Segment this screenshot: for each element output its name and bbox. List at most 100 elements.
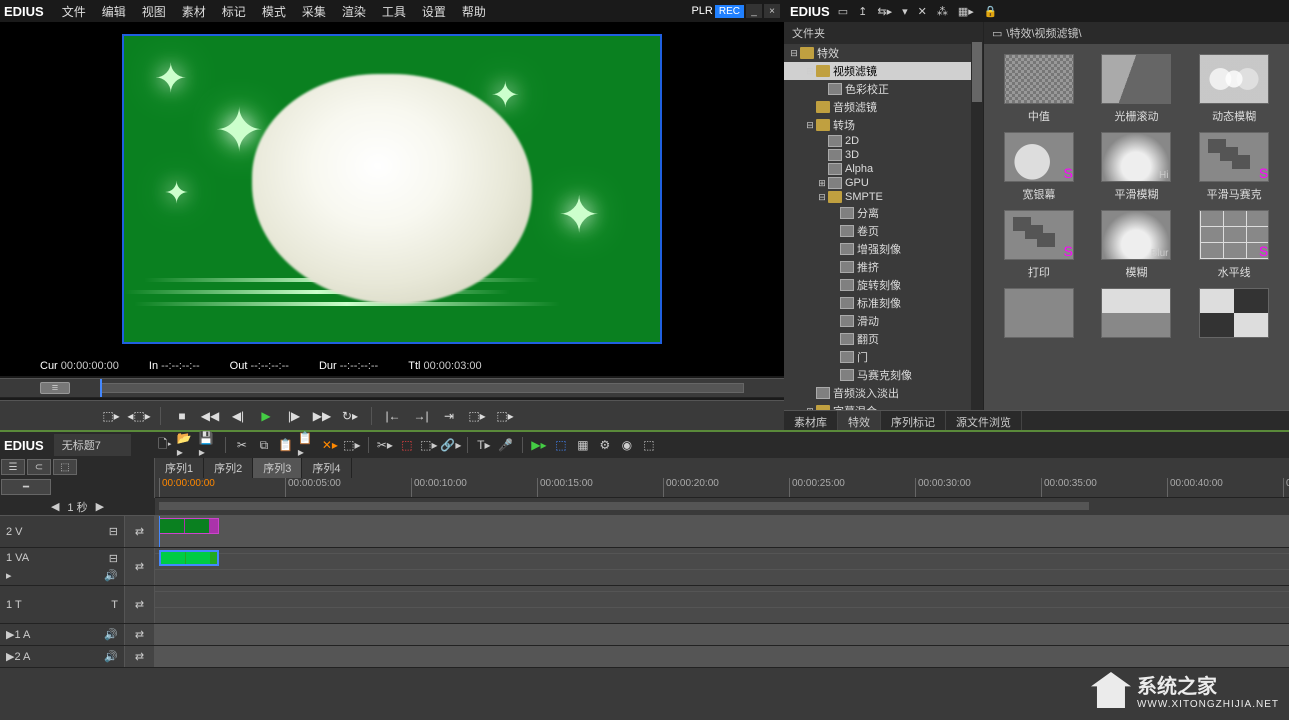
- effect-widescreen[interactable]: S宽银幕: [994, 132, 1084, 202]
- render-button[interactable]: ▶▸: [529, 436, 549, 454]
- track-1va[interactable]: 1 VA⊟ ▸🔊 ⇄: [0, 548, 1289, 586]
- tree-smpte[interactable]: ⊟SMPTE: [784, 190, 983, 204]
- tree-separate[interactable]: 分离: [784, 204, 983, 222]
- seq-tab-2[interactable]: 序列2: [204, 458, 253, 478]
- track-1t[interactable]: 1 TT ⇄: [0, 586, 1289, 624]
- undo-button[interactable]: ✕▸: [320, 436, 340, 454]
- tree-enhance[interactable]: 增强刻像: [784, 240, 983, 258]
- tool-2[interactable]: ⊂: [27, 459, 51, 475]
- track-patch[interactable]: ⇄: [125, 516, 155, 547]
- tree-audio-fade[interactable]: 音频淡入淡出: [784, 384, 983, 402]
- step-back-button[interactable]: ◀|: [227, 406, 249, 426]
- effect-smooth-blur[interactable]: Hi平滑模糊: [1092, 132, 1182, 202]
- view-icon[interactable]: ⁂: [935, 3, 950, 20]
- effect-horizontal-line[interactable]: S水平线: [1189, 210, 1279, 280]
- track-patch[interactable]: ⇄: [125, 624, 155, 645]
- track-patch[interactable]: ⇄: [125, 646, 155, 667]
- track-mute-icon[interactable]: 🔊: [104, 650, 118, 663]
- title-button[interactable]: T▸: [474, 436, 494, 454]
- scrubber-playhead[interactable]: [100, 379, 102, 397]
- zoom-label[interactable]: 1 秒: [67, 499, 87, 515]
- tree-3d[interactable]: 3D: [784, 148, 983, 162]
- rewind-button[interactable]: ◀◀: [199, 406, 221, 426]
- clip-va-selected[interactable]: [159, 550, 219, 566]
- playhead[interactable]: [159, 516, 160, 547]
- effects-tree[interactable]: 文件夹 ⊟特效 ⊟视频滤镜 色彩校正 音频滤镜 ⊟转场 2D 3D Alpha …: [784, 22, 984, 410]
- track-header-icon[interactable]: ⊟: [109, 525, 118, 538]
- tree-standard[interactable]: 标准刻像: [784, 294, 983, 312]
- tab-source-browser[interactable]: 源文件浏览: [946, 411, 1022, 430]
- clip-video[interactable]: [159, 518, 219, 534]
- tree-audio-filter[interactable]: 音频滤镜: [784, 98, 983, 116]
- track-2v[interactable]: 2 V⊟ ⇄: [0, 516, 1289, 548]
- effect-median[interactable]: 中值: [994, 54, 1084, 124]
- tree-scrollbar[interactable]: [971, 42, 983, 410]
- track-patch[interactable]: ⇄: [125, 548, 155, 585]
- set-in-button[interactable]: ⬚▸: [100, 406, 122, 426]
- link-button[interactable]: 🔗▸: [441, 436, 461, 454]
- menu-clip[interactable]: 素材: [176, 1, 212, 22]
- effect-motion-blur[interactable]: 动态模糊: [1189, 54, 1279, 124]
- overwrite-mode-button[interactable]: ▦: [573, 436, 593, 454]
- tc-dur[interactable]: --:--:--:--: [340, 360, 378, 372]
- copy-button[interactable]: ⧉: [254, 436, 274, 454]
- rec-badge[interactable]: REC: [715, 5, 744, 18]
- tab-markers[interactable]: 序列标记: [881, 411, 946, 430]
- track-mute-icon[interactable]: 🔊: [104, 628, 118, 641]
- tree-root[interactable]: ⊟特效: [784, 44, 983, 62]
- open-button[interactable]: 📂▸: [177, 436, 197, 454]
- seq-tab-4[interactable]: 序列4: [302, 458, 351, 478]
- split-button[interactable]: ✂▸: [375, 436, 395, 454]
- timeline-ruler[interactable]: 00:00:00:00 00:00:05:00 00:00:10:00 00:0…: [155, 478, 1289, 498]
- new-button[interactable]: 🗋▸: [155, 436, 175, 454]
- folder-icon[interactable]: ▭: [836, 3, 850, 20]
- play-button[interactable]: ▶: [255, 406, 277, 426]
- paste-button[interactable]: 📋: [276, 436, 296, 454]
- up-icon[interactable]: ↥: [856, 3, 869, 20]
- menu-capture[interactable]: 采集: [296, 1, 332, 22]
- track-title-icon[interactable]: T: [111, 599, 118, 611]
- tc-in[interactable]: --:--:--:--: [161, 360, 199, 372]
- menu-marker[interactable]: 标记: [216, 1, 252, 22]
- tree-push[interactable]: 推挤: [784, 258, 983, 276]
- save-button[interactable]: 💾▸: [199, 436, 219, 454]
- menu-tools[interactable]: 工具: [376, 1, 412, 22]
- tree-slide[interactable]: 滑动: [784, 312, 983, 330]
- tool-4[interactable]: ━: [1, 479, 51, 495]
- effect-raster-scroll[interactable]: 光栅滚动: [1092, 54, 1182, 124]
- lock-icon[interactable]: 🔒: [982, 3, 1000, 20]
- insert-mode-button[interactable]: ⬚: [551, 436, 571, 454]
- delete-button[interactable]: ⬚: [397, 436, 417, 454]
- delete-icon[interactable]: ✕: [916, 3, 929, 20]
- fast-fwd-button[interactable]: ▶▶: [311, 406, 333, 426]
- insert-button[interactable]: ⬚▸: [466, 406, 488, 426]
- effect-print[interactable]: S打印: [994, 210, 1084, 280]
- tree-pagecurl[interactable]: 卷页: [784, 222, 983, 240]
- tool-3[interactable]: ⬚: [53, 459, 77, 475]
- group-button[interactable]: ⬚▸: [419, 436, 439, 454]
- tree-color-correct[interactable]: 色彩校正: [784, 80, 983, 98]
- seq-tab-1[interactable]: 序列1: [155, 458, 204, 478]
- track-audio-icon[interactable]: 🔊: [104, 569, 118, 582]
- tree-flip[interactable]: 翻页: [784, 330, 983, 348]
- track-2a[interactable]: ▶2 A🔊 ⇄: [0, 646, 1289, 668]
- tree-rotate[interactable]: 旋转刻像: [784, 276, 983, 294]
- prev-edit-button[interactable]: |←: [382, 406, 404, 426]
- tree-transition[interactable]: ⊟转场: [784, 116, 983, 134]
- minimize-button[interactable]: _: [746, 4, 762, 18]
- tool-1[interactable]: ☰: [1, 459, 25, 475]
- stop-button[interactable]: ■: [171, 406, 193, 426]
- tree-mosaic-wipe[interactable]: 马赛克刻像: [784, 366, 983, 384]
- loop-button[interactable]: ↻▸: [339, 406, 361, 426]
- tab-bin[interactable]: 素材库: [784, 411, 838, 430]
- menu-help[interactable]: 帮助: [456, 1, 492, 22]
- menu-edit[interactable]: 编辑: [96, 1, 132, 22]
- preview-scrubber[interactable]: ≡: [0, 378, 784, 398]
- tree-alpha[interactable]: Alpha: [784, 162, 983, 176]
- tc-out[interactable]: --:--:--:--: [250, 360, 288, 372]
- tc-cur[interactable]: 00:00:00:00: [61, 360, 119, 372]
- tree-video-filter[interactable]: ⊟视频滤镜: [784, 62, 983, 80]
- scope-button[interactable]: ◉: [617, 436, 637, 454]
- tree-door[interactable]: 门: [784, 348, 983, 366]
- zoom-slider[interactable]: [159, 502, 1089, 510]
